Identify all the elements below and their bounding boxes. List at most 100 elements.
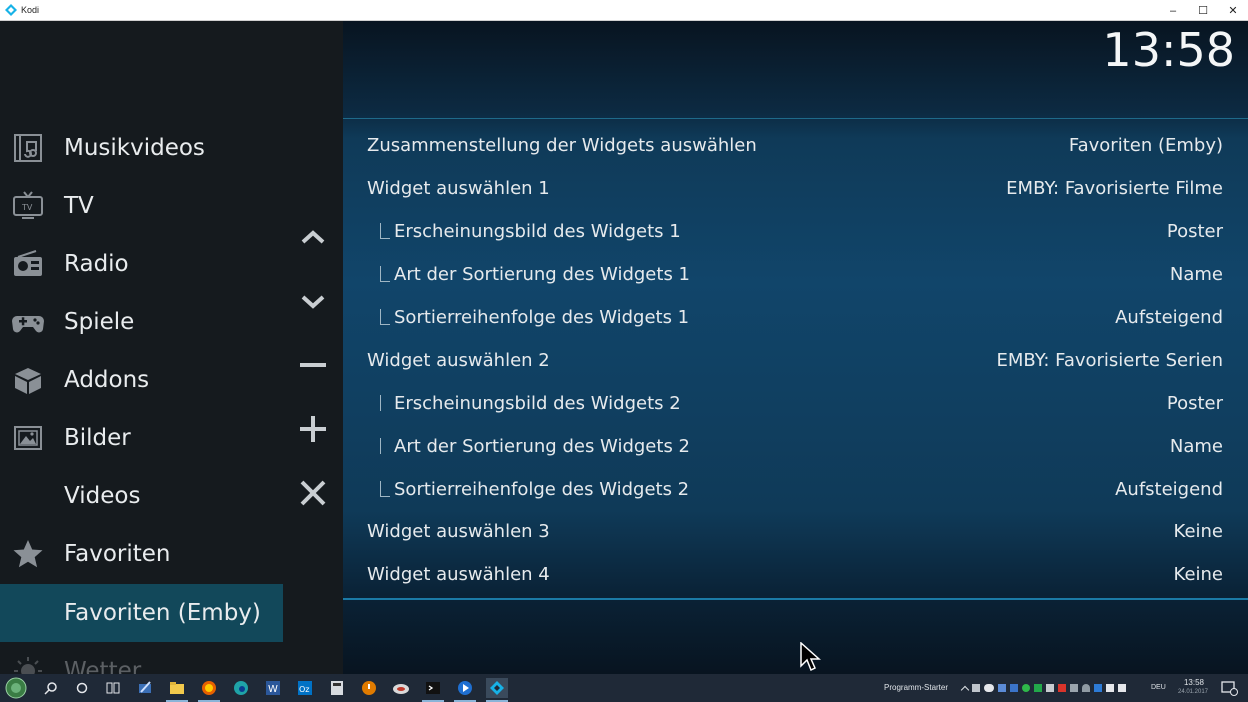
sidebar-item-wetter[interactable]: Wetter xyxy=(0,642,283,674)
setting-label: Widget auswählen 3 xyxy=(367,521,550,542)
start-orb-icon xyxy=(5,677,27,699)
taskbar-calculator[interactable] xyxy=(326,678,348,698)
taskbar-clock[interactable]: 13:58 xyxy=(1176,677,1212,688)
setting-label: Zusammenstellung der Widgets auswählen xyxy=(367,135,757,156)
gamepad-icon xyxy=(10,304,46,340)
tray-app-icon[interactable] xyxy=(1046,684,1054,692)
tray-volume-icon[interactable] xyxy=(1118,684,1126,692)
sidebar-item-favoriten[interactable]: Favoriten xyxy=(0,525,283,583)
mouse-pointer-icon xyxy=(800,642,821,672)
tree-connector xyxy=(380,481,390,497)
taskbar-firefox[interactable] xyxy=(198,678,220,702)
setting-row[interactable]: Erscheinungsbild des Widgets 1 Poster xyxy=(343,210,1248,253)
move-down-button[interactable] xyxy=(290,282,336,322)
notification-center-icon[interactable] xyxy=(1220,680,1238,696)
setting-row[interactable]: Art der Sortierung des Widgets 1 Name xyxy=(343,253,1248,296)
setting-value: Poster xyxy=(1166,221,1223,242)
edge-icon xyxy=(234,681,248,695)
start-button[interactable] xyxy=(4,677,28,699)
sidebar-item-bilder[interactable]: Bilder xyxy=(0,409,283,467)
tv-icon: TV xyxy=(10,188,46,224)
power-icon xyxy=(362,681,376,695)
sidebar-item-addons[interactable]: Addons xyxy=(0,351,283,409)
window-title: Kodi xyxy=(21,5,40,15)
cortana-taskbar-button[interactable] xyxy=(71,678,93,698)
tray-green-icon[interactable] xyxy=(1022,684,1030,692)
sidebar-item-label: Bilder xyxy=(64,425,131,451)
taskbar-explorer[interactable] xyxy=(166,678,188,702)
setting-label: Widget auswählen 1 xyxy=(367,178,550,199)
task-view-button[interactable] xyxy=(102,678,124,698)
sidebar-item-radio[interactable]: Radio xyxy=(0,235,283,293)
taskbar-app-power[interactable] xyxy=(358,678,380,698)
search-taskbar-button[interactable] xyxy=(40,678,62,698)
setting-value: EMBY: Favorisierte Filme xyxy=(1006,178,1223,199)
sidebar-item-label: Radio xyxy=(64,251,129,277)
tray-leaf-icon[interactable] xyxy=(1034,684,1042,692)
window-titlebar: Kodi – ☐ ✕ xyxy=(0,0,1248,21)
setting-value: Keine xyxy=(1173,564,1223,585)
taskbar-outlook[interactable]: Oz xyxy=(294,678,316,698)
tray-cloud-icon[interactable] xyxy=(984,684,994,692)
sidebar-item-label: TV xyxy=(64,193,94,219)
sidebar-item-videos[interactable]: Videos xyxy=(0,467,283,525)
taskbar-app-terminal[interactable] xyxy=(422,678,444,702)
sidebar-item-spiele[interactable]: Spiele xyxy=(0,293,283,351)
setting-row[interactable]: Widget auswählen 4 Keine xyxy=(343,553,1248,596)
sidebar-item-label: Videos xyxy=(64,483,141,509)
kodi-app: Musikvideos TV TV Radio Spiele Addons Bi… xyxy=(0,21,1248,674)
taskbar-date[interactable]: 24.01.2017 xyxy=(1172,689,1214,695)
radio-icon xyxy=(10,246,46,282)
tray-shield-icon[interactable] xyxy=(1010,684,1018,692)
tree-connector xyxy=(380,438,390,454)
setting-label: Widget auswählen 4 xyxy=(367,564,550,585)
sidebar-item-label: Favoriten (Emby) xyxy=(64,600,261,626)
setting-row[interactable]: Sortierreihenfolge des Widgets 2 Aufstei… xyxy=(343,468,1248,511)
tray-bluetooth-icon[interactable] xyxy=(1094,684,1102,692)
tray-chevron-icon[interactable] xyxy=(960,685,970,695)
cortana-icon xyxy=(76,682,88,694)
setting-row[interactable]: Sortierreihenfolge des Widgets 1 Aufstei… xyxy=(343,296,1248,339)
sidebar-item-musikvideos[interactable]: Musikvideos xyxy=(0,119,283,177)
taskbar-app-cloud[interactable] xyxy=(390,678,412,698)
taskbar-app-1[interactable] xyxy=(134,678,156,698)
setting-label: Art der Sortierung des Widgets 1 xyxy=(394,264,690,285)
folder-icon xyxy=(170,682,184,694)
tree-connector xyxy=(380,395,390,411)
sidebar-item-favoriten-emby[interactable]: Favoriten (Emby) xyxy=(0,584,283,642)
program-starter-label[interactable]: Programm-Starter xyxy=(884,683,948,692)
setting-row[interactable]: Zusammenstellung der Widgets auswählen F… xyxy=(343,124,1248,167)
star-icon xyxy=(10,536,46,572)
setting-row[interactable]: Art der Sortierung des Widgets 2 Name xyxy=(343,425,1248,468)
close-window-button[interactable]: ✕ xyxy=(1218,0,1248,21)
tray-link-icon[interactable] xyxy=(1070,684,1078,692)
taskbar-kodi[interactable] xyxy=(486,678,508,702)
move-up-button[interactable] xyxy=(290,217,336,257)
kodi-logo-icon xyxy=(5,4,17,16)
input-language[interactable]: DEU xyxy=(1151,684,1166,691)
setting-row[interactable]: Erscheinungsbild des Widgets 2 Poster xyxy=(343,382,1248,425)
taskbar-app-play[interactable] xyxy=(454,678,476,702)
setting-row[interactable]: Widget auswählen 3 Keine xyxy=(343,510,1248,553)
minimize-button[interactable]: – xyxy=(1158,0,1188,21)
divider xyxy=(343,598,1248,600)
sidebar-item-label: Favoriten xyxy=(64,541,171,567)
taskbar-word[interactable]: W xyxy=(262,678,284,698)
tray-network-icon[interactable] xyxy=(1106,684,1114,692)
tray-red-icon[interactable] xyxy=(1058,684,1066,692)
setting-row[interactable]: Widget auswählen 1 EMBY: Favorisierte Fi… xyxy=(343,167,1248,210)
sidebar-item-label: Spiele xyxy=(64,309,135,335)
sidebar-item-tv[interactable]: TV TV xyxy=(0,177,283,235)
tray-usb-icon[interactable] xyxy=(972,684,980,692)
close-button[interactable] xyxy=(290,473,336,513)
maximize-button[interactable]: ☐ xyxy=(1188,0,1218,21)
setting-value: Favoriten (Emby) xyxy=(1068,135,1223,156)
setting-row[interactable]: Widget auswählen 2 EMBY: Favorisierte Se… xyxy=(343,339,1248,382)
tray-monitor-icon[interactable] xyxy=(998,684,1006,692)
add-button[interactable] xyxy=(290,409,336,449)
remove-button[interactable] xyxy=(290,345,336,385)
svg-text:Oz: Oz xyxy=(299,685,310,694)
tray-wifi-icon[interactable] xyxy=(1082,684,1090,692)
taskbar-edge[interactable] xyxy=(230,678,252,698)
setting-label: Art der Sortierung des Widgets 2 xyxy=(394,436,690,457)
